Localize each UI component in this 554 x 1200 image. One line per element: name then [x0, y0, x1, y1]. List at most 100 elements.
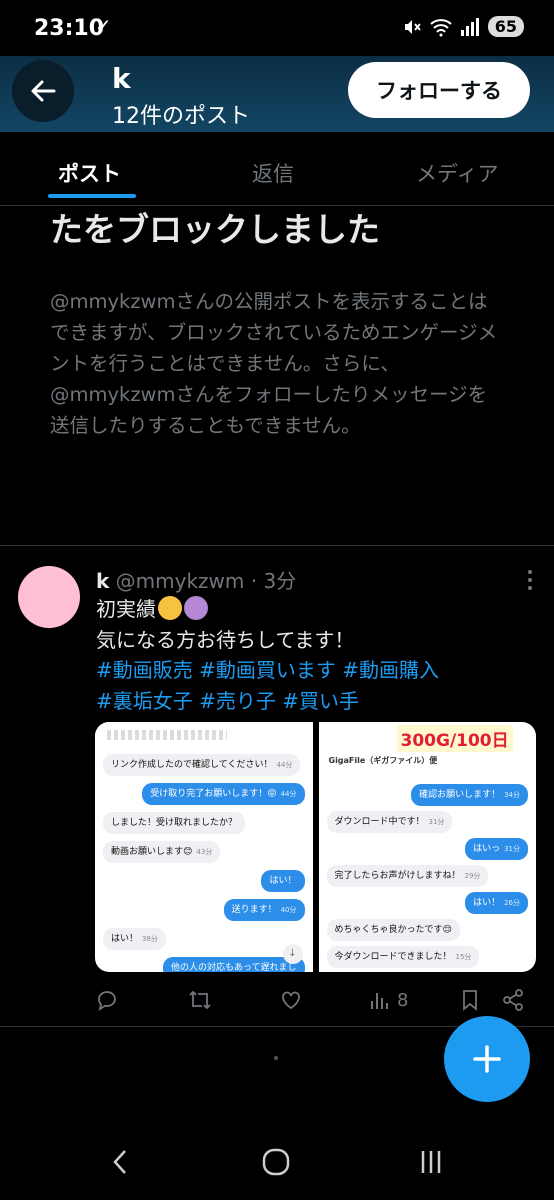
right-chat-bubble: 今ダウンロードできました！ 15分: [326, 946, 480, 968]
chat-time: 29分: [464, 872, 481, 880]
chat-text: 今ダウンロードできました！: [334, 952, 452, 962]
block-notice-description: @mmykzwmさんの公開ポストを表示することはできますが、ブロックされているた…: [50, 290, 498, 437]
left-chat-bubble: 他の人の対応もあって遅れまし: [162, 957, 305, 972]
chat-text: 他の人の対応もあって遅れまし: [170, 963, 297, 972]
gigafile-banner: 300G/100日: [396, 725, 513, 752]
bookmark-button[interactable]: [459, 986, 481, 1014]
check-icon: ✓: [95, 14, 112, 38]
profile-header: k 12件のポスト フォローする: [0, 56, 554, 132]
post-count: 12件のポスト: [112, 104, 250, 129]
profile-tabs: ポスト 返信 メディア: [0, 132, 554, 206]
chat-time: 31分: [504, 845, 520, 853]
chat-text: リンク作成したので確認してください！: [111, 760, 273, 770]
chat-text: 送ります！: [231, 905, 277, 915]
block-notice-title: たをブロックしました: [50, 206, 510, 254]
chat-time: 40分: [280, 906, 297, 914]
post-actions: 8: [95, 986, 535, 1016]
post-line2: 気になる方お待ちしてます！: [96, 627, 355, 652]
post-media[interactable]: リンク作成したので確認してください！ 44分 受け取り完了お願いします！😝 44分 しま…: [95, 722, 536, 972]
mute-icon: [404, 19, 421, 34]
chat-time: 31分: [428, 818, 445, 826]
post-header: k @mmykzwm · 3分: [96, 565, 296, 594]
right-chat-bubble: ダウンロード中です！ 31分: [326, 811, 453, 833]
tab-posts[interactable]: ポスト: [58, 158, 121, 188]
like-button[interactable]: [279, 986, 303, 1014]
recents-icon: [421, 1151, 441, 1173]
nav-back-button[interactable]: [96, 1140, 146, 1184]
media-image-left[interactable]: リンク作成したので確認してください！ 44分 受け取り完了お願いします！😝 44分 しま…: [95, 722, 313, 972]
divider: [0, 545, 554, 546]
chat-text: はい！: [473, 898, 501, 908]
media-image-right[interactable]: 300G/100日 GigaFile（ギガファイル）便 確認お願いします！ 34分…: [318, 722, 536, 972]
scroll-down-icon: ↓: [282, 944, 303, 964]
nav-home-button[interactable]: [251, 1140, 301, 1184]
hashtags-line1[interactable]: #動画販売 #動画買います #動画購入: [96, 655, 536, 686]
chat-time: 43分: [196, 848, 213, 856]
post-line1: 初実績: [96, 597, 156, 621]
views-button[interactable]: 8: [369, 986, 408, 1014]
compose-post-button[interactable]: [444, 1016, 530, 1102]
reply-icon: [98, 991, 116, 1011]
status-time: 23:10: [34, 16, 105, 41]
person-gesturing-ok-icon: [184, 596, 208, 620]
follow-button[interactable]: フォローする: [348, 62, 530, 118]
right-chat-bubble: 完了したらお声がけしますね！ 29分: [326, 865, 489, 887]
arrow-left-icon: [31, 80, 56, 102]
chat-text: 確認お願いします！: [419, 790, 501, 800]
repost-icon: [189, 990, 211, 1010]
chat-time: 44分: [276, 761, 293, 769]
system-nav-bar: [0, 1120, 554, 1200]
share-button[interactable]: [501, 986, 525, 1014]
left-image-top: [95, 722, 313, 748]
left-chat-bubble: はい！ 38分: [103, 928, 166, 950]
status-icons: 65: [402, 16, 524, 37]
smiling-face-icon: [158, 596, 182, 620]
plus-icon: [473, 1045, 501, 1073]
chat-text: 動画お願いします😊: [111, 847, 193, 857]
block-title-line2: たをブロックしました: [50, 210, 380, 249]
hashtags-line2[interactable]: #裏垢女子 #売り子 #買い手: [96, 686, 536, 717]
post-handle[interactable]: @mmykzwm: [116, 569, 245, 593]
left-chat-bubble: 受け取り完了お願いします！😝 44分: [142, 783, 305, 805]
post-text: 初実績 気になる方お待ちしてます！ #動画販売 #動画買います #動画購入 #裏…: [96, 594, 536, 716]
back-button[interactable]: [12, 60, 74, 122]
blurred-link: [107, 730, 227, 740]
right-chat-bubble: 確認お願いします！ 34分: [411, 784, 528, 806]
chat-time: 44分: [280, 790, 297, 798]
wifi-icon: [430, 18, 452, 36]
home-circle-icon: [262, 1148, 290, 1176]
chat-time: 34分: [504, 791, 520, 799]
chat-text: しました！受け取れましたか？: [111, 818, 238, 828]
bookmark-icon: [463, 990, 477, 1011]
post-time: · 3分: [250, 569, 297, 593]
left-chat-bubble: リンク作成したので確認してください！ 44分: [103, 754, 301, 776]
profile-name: k: [112, 62, 131, 95]
left-chat-bubble: 動画お願いします😊 43分: [103, 841, 221, 863]
post-display-name[interactable]: k: [96, 569, 109, 593]
loading-indicator: [274, 1056, 278, 1060]
repost-button[interactable]: [187, 986, 213, 1014]
chat-time: 15分: [455, 953, 472, 961]
tab-media[interactable]: メディア: [416, 158, 499, 188]
views-count: 8: [397, 989, 409, 1011]
chat-time: 38分: [142, 935, 158, 943]
right-chat-bubble: めちゃくちゃ良かったです😌: [326, 919, 460, 941]
status-bar: 23:10 ✓ 65: [0, 0, 554, 56]
nav-recents-button[interactable]: [406, 1140, 456, 1184]
chevron-left-icon: [113, 1150, 126, 1174]
left-chat-bubble: はい！: [261, 870, 305, 892]
tab-active-indicator: [48, 194, 136, 198]
reply-button[interactable]: [95, 986, 119, 1014]
chat-text: 受け取り完了お願いします！😝: [150, 789, 277, 799]
chat-text: はい！: [269, 876, 297, 886]
tab-replies[interactable]: 返信: [252, 158, 294, 188]
chat-text: めちゃくちゃ良かったです😌: [334, 925, 452, 935]
more-options-icon[interactable]: [528, 570, 532, 590]
heart-icon: [282, 991, 300, 1010]
gigafile-subtitle: GigaFile（ギガファイル）便: [328, 756, 438, 765]
chat-text: はい！: [111, 934, 139, 944]
chat-text: ダウンロード中です！: [334, 817, 425, 827]
left-chat-bubble: しました！受け取れましたか？: [103, 812, 246, 834]
avatar[interactable]: [18, 566, 80, 628]
chat-text: 完了したらお声がけしますね！: [334, 871, 461, 881]
